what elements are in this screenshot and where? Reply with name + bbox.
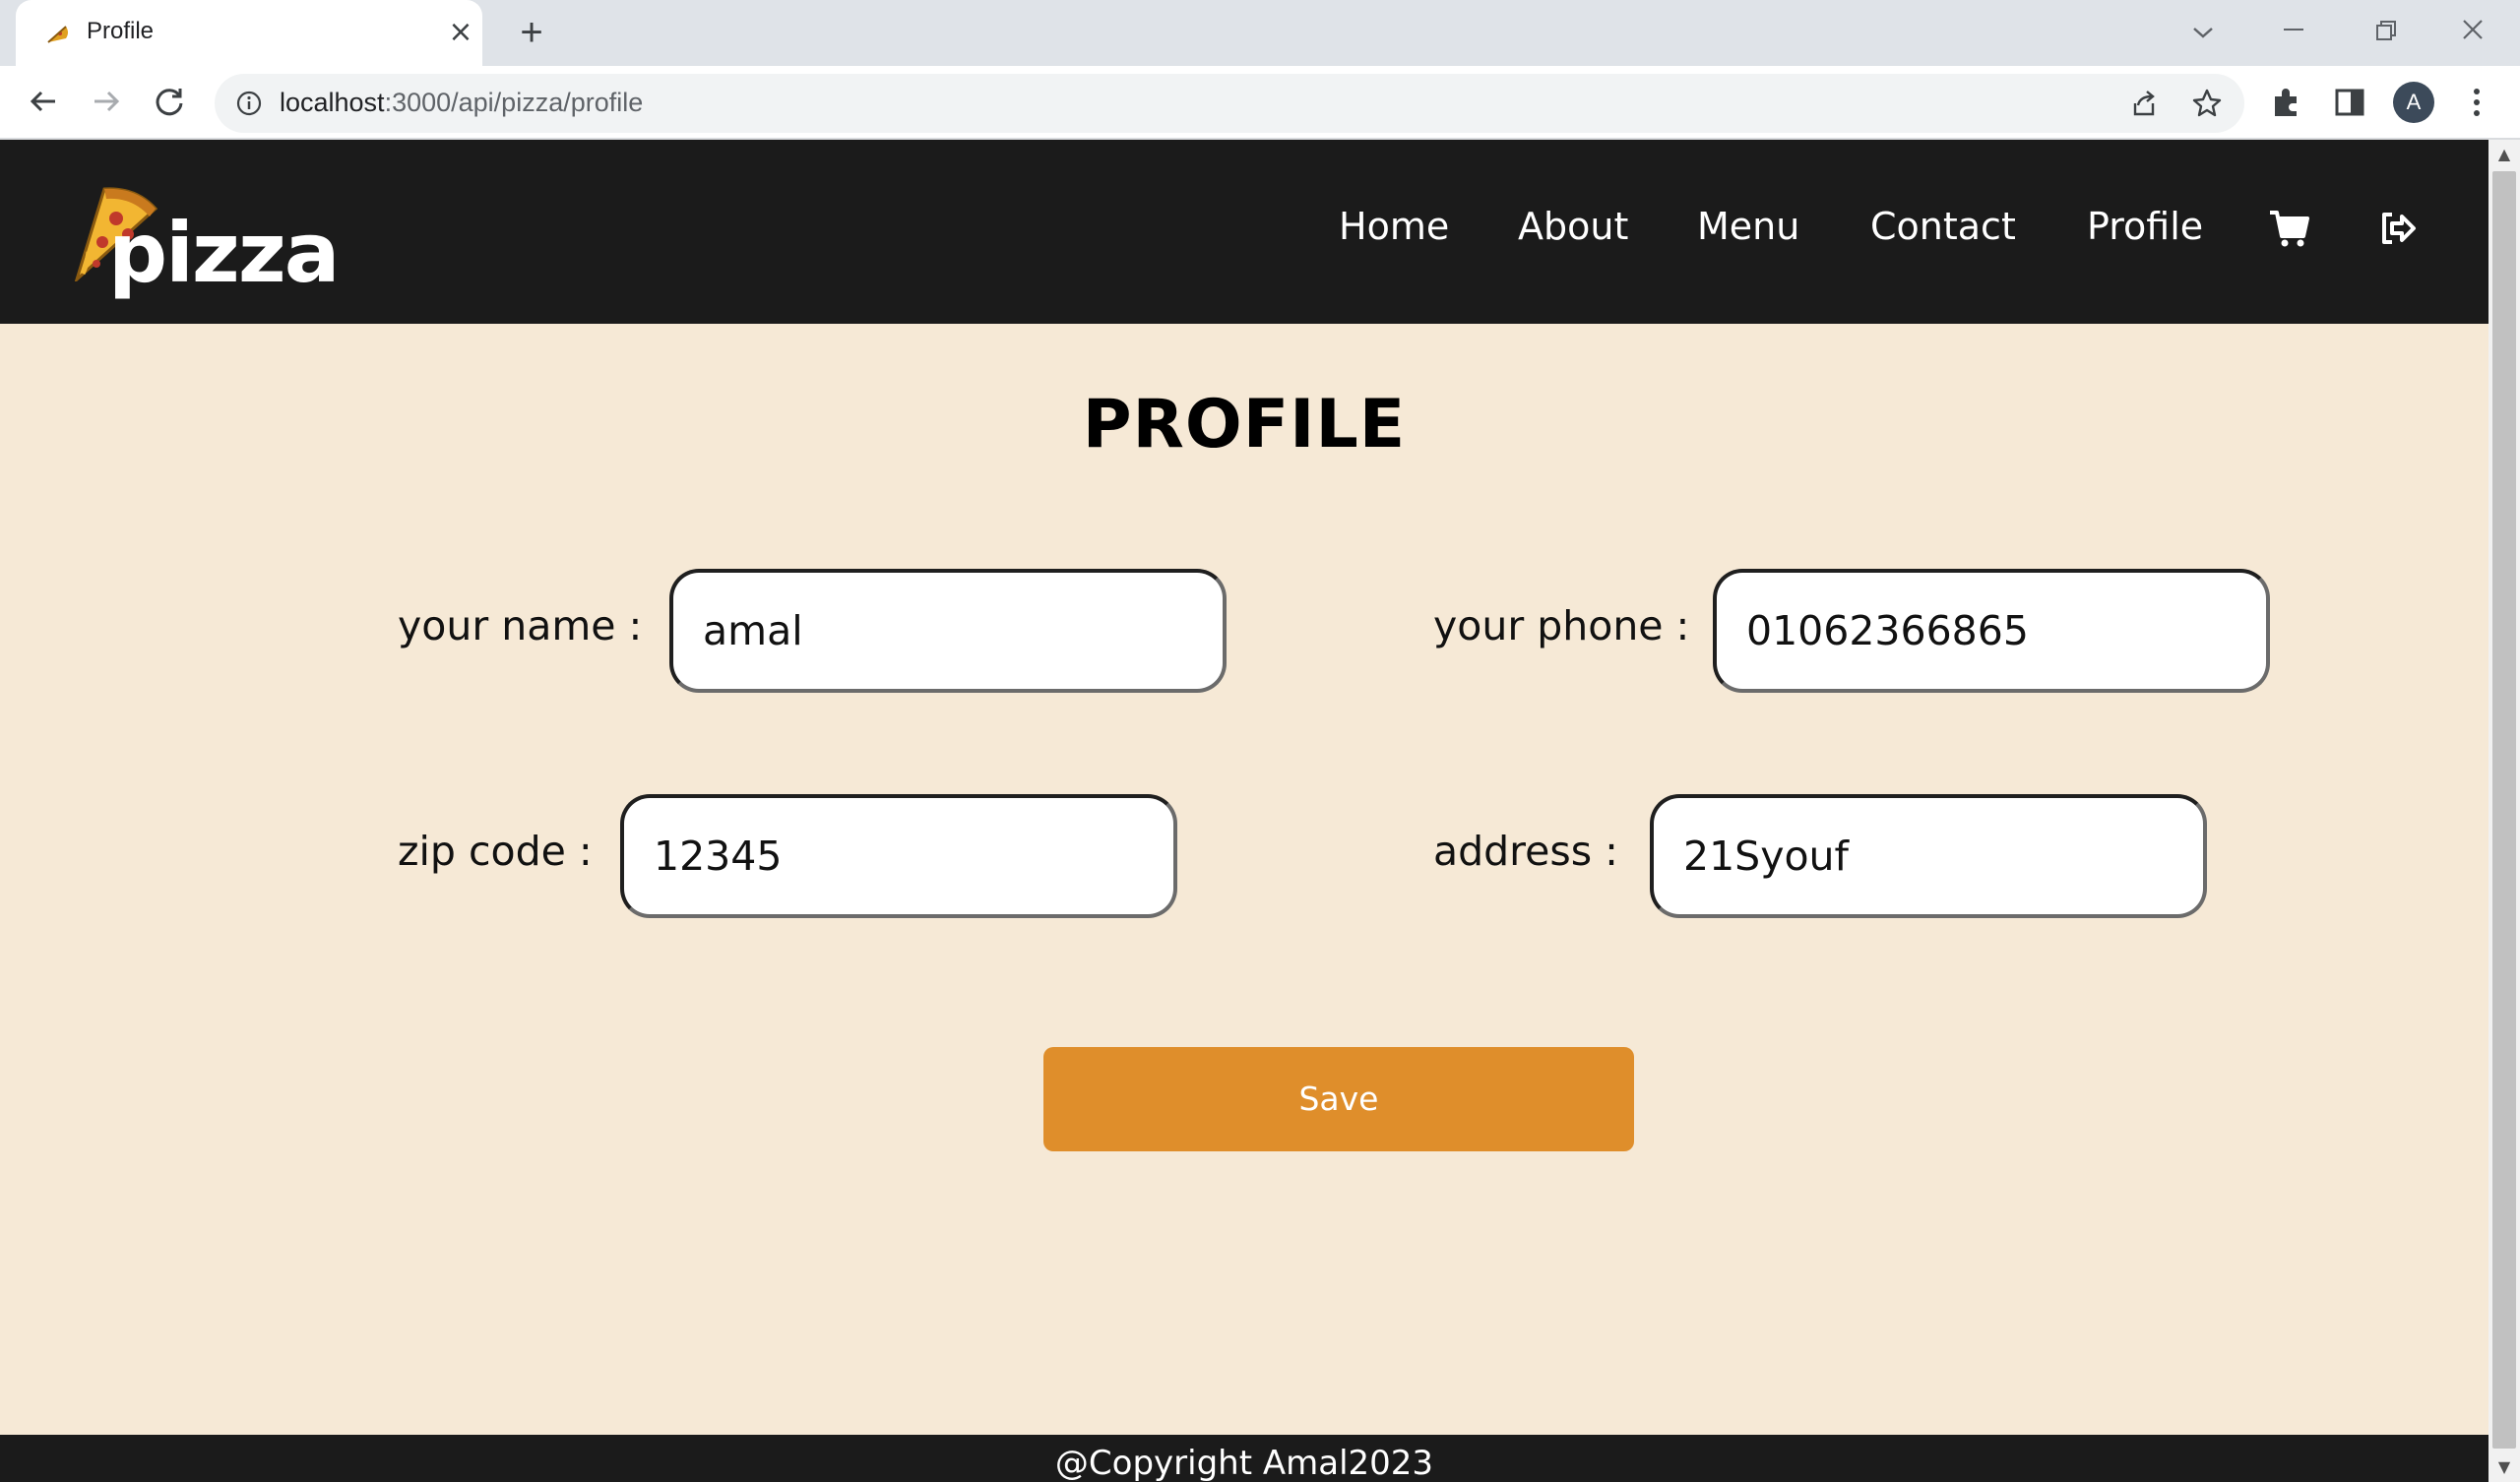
tab-close-icon[interactable]: ×: [443, 15, 478, 50]
tab-search-chevron-icon[interactable]: [2177, 8, 2229, 55]
nav-menu[interactable]: Menu: [1697, 205, 1799, 248]
restore-icon[interactable]: [2359, 8, 2410, 55]
nav-contact[interactable]: Contact: [1870, 205, 2016, 248]
browser-tabstrip: Profile × +: [0, 0, 2520, 69]
share-icon[interactable]: [2124, 84, 2164, 123]
phone-input[interactable]: [1713, 569, 2270, 693]
address-bar[interactable]: localhost:3000/api/pizza/profile: [215, 74, 2244, 133]
minimize-icon[interactable]: [2268, 8, 2319, 55]
cart-icon[interactable]: [2268, 207, 2311, 250]
site-info-icon[interactable]: [234, 89, 264, 118]
url-text: localhost:3000/api/pizza/profile: [280, 88, 644, 117]
save-button[interactable]: Save: [1043, 1047, 1634, 1151]
page-viewport: pizza Home About Menu Contact Profile PR…: [0, 140, 2488, 1482]
browser-tab[interactable]: Profile ×: [16, 0, 482, 69]
page-scrollbar[interactable]: ▲ ▼: [2488, 140, 2520, 1482]
nav-about[interactable]: About: [1518, 205, 1628, 248]
page-title: PROFILE: [0, 386, 2488, 463]
name-input[interactable]: [669, 569, 1227, 693]
bookmark-star-icon[interactable]: [2187, 84, 2227, 123]
logo-text: pizza: [108, 205, 340, 301]
extensions-puzzle-icon[interactable]: [2266, 82, 2307, 123]
phone-label: your phone :: [1433, 602, 1690, 649]
site-logo[interactable]: pizza: [67, 183, 340, 301]
address-label: address :: [1433, 828, 1618, 875]
name-label: your name :: [398, 602, 643, 649]
forward-arrow-icon[interactable]: [85, 80, 128, 123]
nav-home[interactable]: Home: [1339, 205, 1449, 248]
zip-code-input[interactable]: [620, 794, 1177, 918]
zip-code-label: zip code :: [398, 828, 593, 875]
copyright-text: @Copyright Amal2023: [1054, 1444, 1434, 1482]
close-window-icon[interactable]: [2447, 8, 2498, 55]
logout-icon[interactable]: [2376, 207, 2420, 250]
page-title-text: PROFILE: [1082, 386, 1407, 463]
browser-toolbar: localhost:3000/api/pizza/profile A: [0, 66, 2520, 140]
new-tab-icon[interactable]: +: [512, 13, 551, 52]
nav-profile[interactable]: Profile: [2087, 205, 2203, 248]
profile-avatar[interactable]: A: [2393, 82, 2434, 123]
pizza-favicon-icon: [44, 21, 72, 48]
scroll-thumb[interactable]: [2492, 171, 2516, 1449]
reload-icon[interactable]: [148, 80, 191, 123]
site-header: pizza Home About Menu Contact Profile: [0, 140, 2488, 324]
side-panel-icon[interactable]: [2329, 82, 2370, 123]
tab-title: Profile: [87, 18, 155, 44]
site-footer: @Copyright Amal2023: [0, 1435, 2488, 1482]
scroll-up-arrow-icon[interactable]: ▲: [2488, 140, 2520, 169]
browser-menu-icon[interactable]: [2456, 82, 2497, 123]
address-input[interactable]: [1650, 794, 2207, 918]
back-arrow-icon[interactable]: [22, 80, 65, 123]
scroll-down-arrow-icon[interactable]: ▼: [2488, 1452, 2520, 1482]
